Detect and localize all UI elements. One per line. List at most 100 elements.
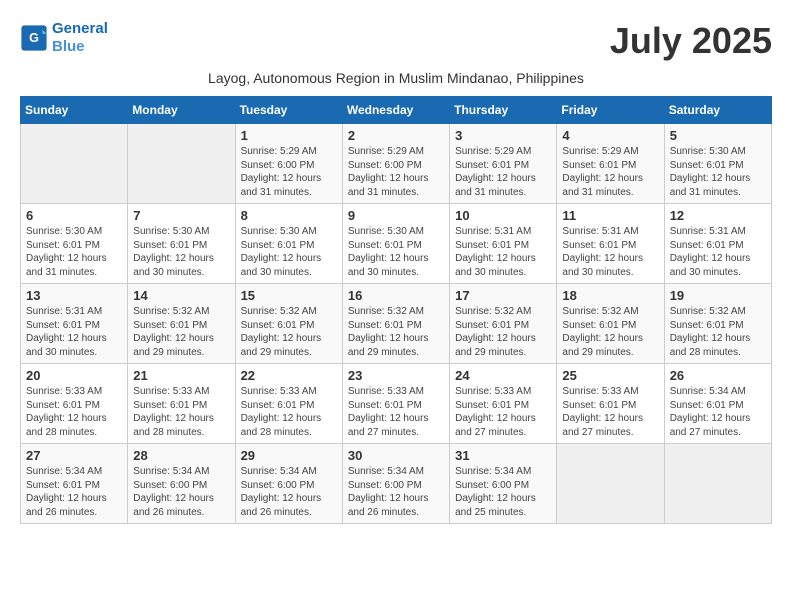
calendar-cell: 18Sunrise: 5:32 AM Sunset: 6:01 PM Dayli… bbox=[557, 284, 664, 364]
day-number: 22 bbox=[241, 368, 337, 383]
day-number: 4 bbox=[562, 128, 658, 143]
day-number: 9 bbox=[348, 208, 444, 223]
day-info: Sunrise: 5:32 AM Sunset: 6:01 PM Dayligh… bbox=[348, 305, 444, 359]
day-info: Sunrise: 5:30 AM Sunset: 6:01 PM Dayligh… bbox=[133, 225, 229, 279]
day-info: Sunrise: 5:33 AM Sunset: 6:01 PM Dayligh… bbox=[348, 385, 444, 439]
calendar-week-row: 27Sunrise: 5:34 AM Sunset: 6:01 PM Dayli… bbox=[21, 444, 772, 524]
day-info: Sunrise: 5:34 AM Sunset: 6:01 PM Dayligh… bbox=[670, 385, 766, 439]
calendar-cell: 2 Sunrise: 5:29 AM Sunset: 6:00 PM Daylig… bbox=[342, 124, 449, 204]
calendar-week-row: 13Sunrise: 5:31 AM Sunset: 6:01 PM Dayli… bbox=[21, 284, 772, 364]
day-number: 26 bbox=[670, 368, 766, 383]
calendar-cell: 6 Sunrise: 5:30 AM Sunset: 6:01 PM Daylig… bbox=[21, 204, 128, 284]
calendar-cell bbox=[128, 124, 235, 204]
logo: G General Blue bbox=[20, 20, 108, 56]
calendar-cell: 10Sunrise: 5:31 AM Sunset: 6:01 PM Dayli… bbox=[450, 204, 557, 284]
calendar-cell: 30 Sunrise: 5:34 AM Sunset: 6:00 PM Dayli… bbox=[342, 444, 449, 524]
calendar-table: SundayMondayTuesdayWednesdayThursdayFrid… bbox=[20, 96, 772, 524]
calendar-week-row: 1 Sunrise: 5:29 AM Sunset: 6:00 PM Daylig… bbox=[21, 124, 772, 204]
calendar-cell bbox=[557, 444, 664, 524]
calendar-cell: 11 Sunrise: 5:31 AM Sunset: 6:01 PM Dayli… bbox=[557, 204, 664, 284]
day-number: 6 bbox=[26, 208, 122, 223]
day-info: Sunrise: 5:29 AM Sunset: 6:01 PM Dayligh… bbox=[455, 145, 551, 199]
logo-icon: G bbox=[20, 24, 48, 52]
day-info: Sunrise: 5:32 AM Sunset: 6:01 PM Dayligh… bbox=[670, 305, 766, 359]
day-info: Sunrise: 5:31 AM Sunset: 6:01 PM Dayligh… bbox=[455, 225, 551, 279]
calendar-cell: 13Sunrise: 5:31 AM Sunset: 6:01 PM Dayli… bbox=[21, 284, 128, 364]
calendar-cell: 14Sunrise: 5:32 AM Sunset: 6:01 PM Dayli… bbox=[128, 284, 235, 364]
day-info: Sunrise: 5:30 AM Sunset: 6:01 PM Dayligh… bbox=[241, 225, 337, 279]
day-number: 7 bbox=[133, 208, 229, 223]
day-info: Sunrise: 5:30 AM Sunset: 6:01 PM Dayligh… bbox=[348, 225, 444, 279]
day-info: Sunrise: 5:29 AM Sunset: 6:00 PM Dayligh… bbox=[348, 145, 444, 199]
day-info: Sunrise: 5:34 AM Sunset: 6:00 PM Dayligh… bbox=[241, 465, 337, 519]
day-info: Sunrise: 5:33 AM Sunset: 6:01 PM Dayligh… bbox=[562, 385, 658, 439]
calendar-cell: 28 Sunrise: 5:34 AM Sunset: 6:00 PM Dayli… bbox=[128, 444, 235, 524]
day-info: Sunrise: 5:31 AM Sunset: 6:01 PM Dayligh… bbox=[670, 225, 766, 279]
weekday-header: Saturday bbox=[664, 97, 771, 124]
calendar-cell: 1 Sunrise: 5:29 AM Sunset: 6:00 PM Daylig… bbox=[235, 124, 342, 204]
day-number: 20 bbox=[26, 368, 122, 383]
day-number: 19 bbox=[670, 288, 766, 303]
day-number: 24 bbox=[455, 368, 551, 383]
day-info: Sunrise: 5:32 AM Sunset: 6:01 PM Dayligh… bbox=[241, 305, 337, 359]
day-number: 2 bbox=[348, 128, 444, 143]
calendar-cell: 19 Sunrise: 5:32 AM Sunset: 6:01 PM Dayli… bbox=[664, 284, 771, 364]
calendar-cell: 8 Sunrise: 5:30 AM Sunset: 6:01 PM Daylig… bbox=[235, 204, 342, 284]
calendar-cell: 12 Sunrise: 5:31 AM Sunset: 6:01 PM Dayli… bbox=[664, 204, 771, 284]
weekday-header: Friday bbox=[557, 97, 664, 124]
day-number: 28 bbox=[133, 448, 229, 463]
day-info: Sunrise: 5:33 AM Sunset: 6:01 PM Dayligh… bbox=[241, 385, 337, 439]
calendar-cell: 20 Sunrise: 5:33 AM Sunset: 6:01 PM Dayli… bbox=[21, 364, 128, 444]
weekday-header: Wednesday bbox=[342, 97, 449, 124]
day-number: 1 bbox=[241, 128, 337, 143]
day-info: Sunrise: 5:31 AM Sunset: 6:01 PM Dayligh… bbox=[562, 225, 658, 279]
calendar-cell: 21Sunrise: 5:33 AM Sunset: 6:01 PM Dayli… bbox=[128, 364, 235, 444]
calendar-week-row: 20 Sunrise: 5:33 AM Sunset: 6:01 PM Dayli… bbox=[21, 364, 772, 444]
day-info: Sunrise: 5:32 AM Sunset: 6:01 PM Dayligh… bbox=[133, 305, 229, 359]
day-number: 21 bbox=[133, 368, 229, 383]
weekday-header: Sunday bbox=[21, 97, 128, 124]
day-number: 5 bbox=[670, 128, 766, 143]
svg-text:G: G bbox=[29, 31, 39, 45]
calendar-cell: 22 Sunrise: 5:33 AM Sunset: 6:01 PM Dayli… bbox=[235, 364, 342, 444]
calendar-cell: 7 Sunrise: 5:30 AM Sunset: 6:01 PM Daylig… bbox=[128, 204, 235, 284]
day-number: 30 bbox=[348, 448, 444, 463]
day-number: 12 bbox=[670, 208, 766, 223]
weekday-header-row: SundayMondayTuesdayWednesdayThursdayFrid… bbox=[21, 97, 772, 124]
calendar-cell: 23 Sunrise: 5:33 AM Sunset: 6:01 PM Dayli… bbox=[342, 364, 449, 444]
day-info: Sunrise: 5:30 AM Sunset: 6:01 PM Dayligh… bbox=[26, 225, 122, 279]
month-title: July 2025 bbox=[610, 20, 772, 62]
day-number: 3 bbox=[455, 128, 551, 143]
day-info: Sunrise: 5:29 AM Sunset: 6:00 PM Dayligh… bbox=[241, 145, 337, 199]
calendar-cell: 27Sunrise: 5:34 AM Sunset: 6:01 PM Dayli… bbox=[21, 444, 128, 524]
day-info: Sunrise: 5:34 AM Sunset: 6:00 PM Dayligh… bbox=[133, 465, 229, 519]
day-number: 8 bbox=[241, 208, 337, 223]
day-info: Sunrise: 5:34 AM Sunset: 6:01 PM Dayligh… bbox=[26, 465, 122, 519]
day-number: 17 bbox=[455, 288, 551, 303]
calendar-cell: 25Sunrise: 5:33 AM Sunset: 6:01 PM Dayli… bbox=[557, 364, 664, 444]
calendar-week-row: 6 Sunrise: 5:30 AM Sunset: 6:01 PM Daylig… bbox=[21, 204, 772, 284]
calendar-cell: 31 Sunrise: 5:34 AM Sunset: 6:00 PM Dayli… bbox=[450, 444, 557, 524]
day-number: 29 bbox=[241, 448, 337, 463]
calendar-cell: 3 Sunrise: 5:29 AM Sunset: 6:01 PM Daylig… bbox=[450, 124, 557, 204]
calendar-cell: 16 Sunrise: 5:32 AM Sunset: 6:01 PM Dayli… bbox=[342, 284, 449, 364]
logo-text: General Blue bbox=[52, 20, 108, 56]
day-number: 11 bbox=[562, 208, 658, 223]
day-info: Sunrise: 5:34 AM Sunset: 6:00 PM Dayligh… bbox=[455, 465, 551, 519]
day-number: 13 bbox=[26, 288, 122, 303]
day-info: Sunrise: 5:34 AM Sunset: 6:00 PM Dayligh… bbox=[348, 465, 444, 519]
calendar-cell: 29 Sunrise: 5:34 AM Sunset: 6:00 PM Dayli… bbox=[235, 444, 342, 524]
day-number: 15 bbox=[241, 288, 337, 303]
day-number: 16 bbox=[348, 288, 444, 303]
weekday-header: Tuesday bbox=[235, 97, 342, 124]
calendar-cell: 15 Sunrise: 5:32 AM Sunset: 6:01 PM Dayli… bbox=[235, 284, 342, 364]
day-info: Sunrise: 5:32 AM Sunset: 6:01 PM Dayligh… bbox=[455, 305, 551, 359]
day-info: Sunrise: 5:33 AM Sunset: 6:01 PM Dayligh… bbox=[26, 385, 122, 439]
day-number: 31 bbox=[455, 448, 551, 463]
calendar-cell: 4Sunrise: 5:29 AM Sunset: 6:01 PM Daylig… bbox=[557, 124, 664, 204]
day-info: Sunrise: 5:33 AM Sunset: 6:01 PM Dayligh… bbox=[455, 385, 551, 439]
calendar-cell: 26 Sunrise: 5:34 AM Sunset: 6:01 PM Dayli… bbox=[664, 364, 771, 444]
day-number: 23 bbox=[348, 368, 444, 383]
calendar-cell: 9 Sunrise: 5:30 AM Sunset: 6:01 PM Daylig… bbox=[342, 204, 449, 284]
calendar-cell: 24 Sunrise: 5:33 AM Sunset: 6:01 PM Dayli… bbox=[450, 364, 557, 444]
